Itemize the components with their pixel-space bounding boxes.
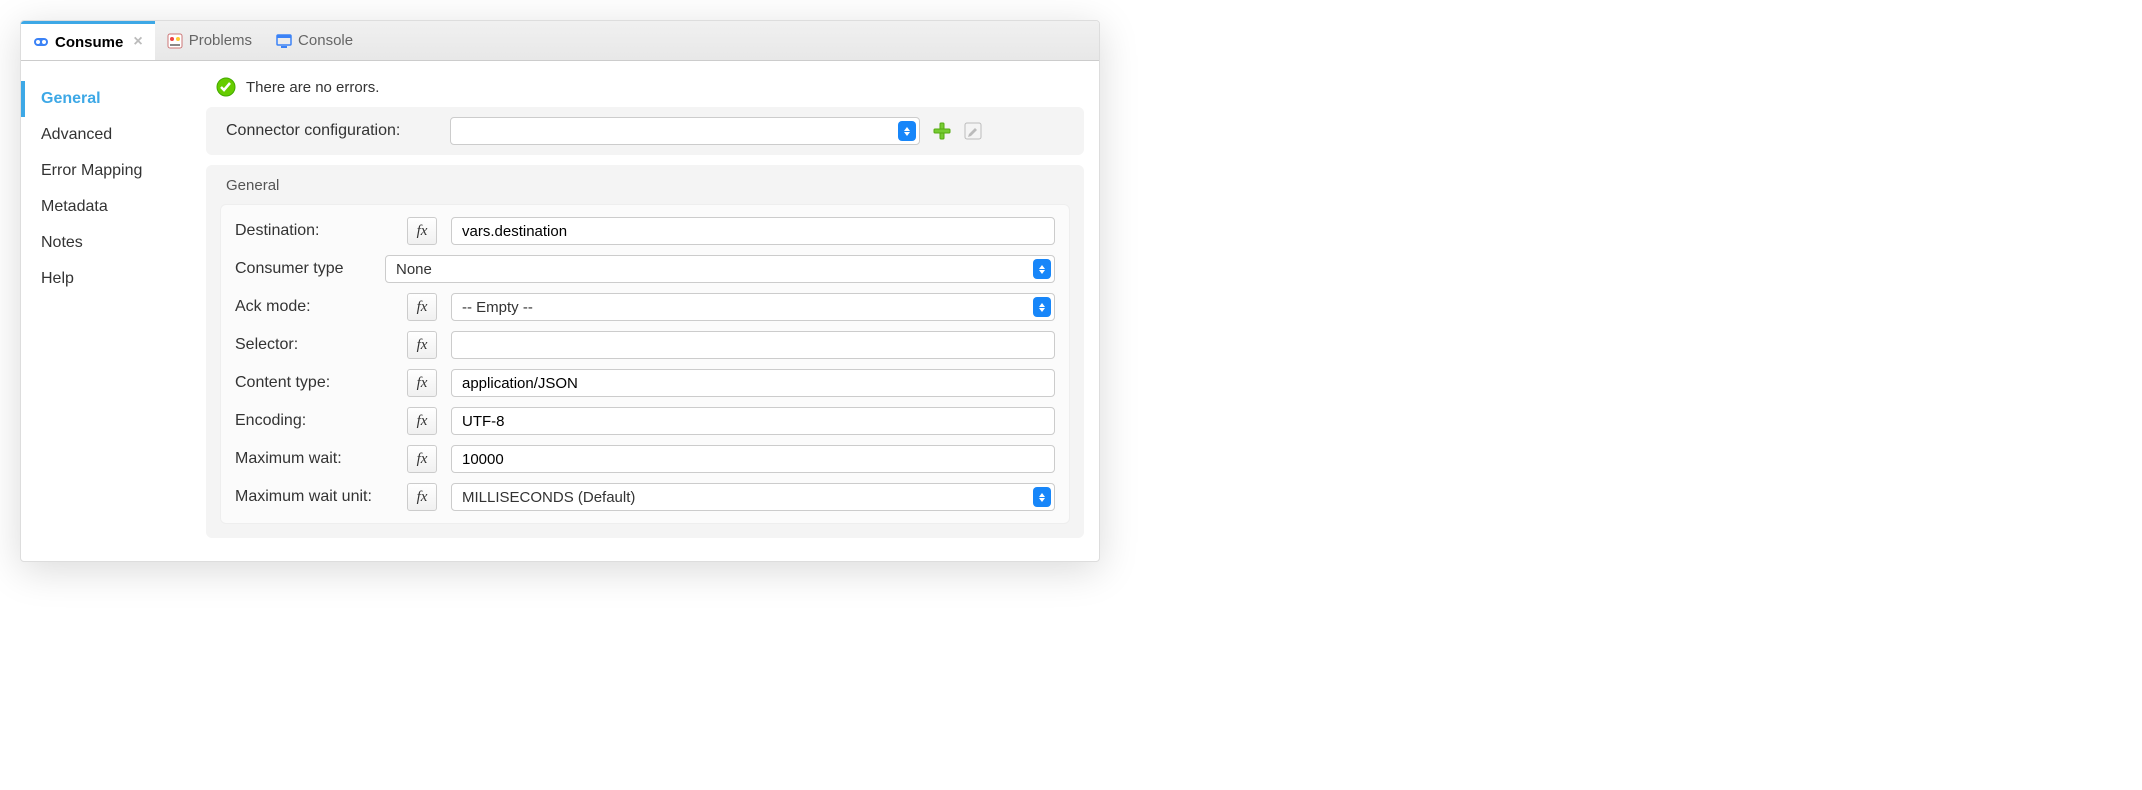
connector-config-row: Connector configuration: [206,107,1084,155]
content-type-label: Content type: [235,374,393,392]
sidebar-item-notes[interactable]: Notes [21,225,201,261]
row-maximum-wait-unit: Maximum wait unit: fx MILLISECONDS (Defa… [235,483,1055,511]
selector-label: Selector: [235,336,393,354]
row-maximum-wait: Maximum wait: fx [235,445,1055,473]
row-consumer-type: Consumer type None [235,255,1055,283]
chevron-updown-icon [1033,487,1051,507]
fx-button[interactable]: fx [407,369,437,397]
ack-mode-label: Ack mode: [235,298,393,316]
fx-button[interactable]: fx [407,331,437,359]
body: General Advanced Error Mapping Metadata … [21,61,1099,561]
edit-icon[interactable] [964,122,982,140]
selector-input[interactable] [451,331,1055,359]
consume-icon [33,34,49,50]
chevron-updown-icon [898,121,916,141]
chevron-updown-icon [1033,259,1051,279]
sidebar-item-general[interactable]: General [21,81,201,117]
tab-problems[interactable]: Problems [155,21,264,60]
fx-button[interactable]: fx [407,445,437,473]
general-section: General Destination: fx Consumer type No… [206,165,1084,538]
tab-consume[interactable]: Consume × [21,21,155,60]
connector-config-label: Connector configuration: [226,122,438,140]
encoding-input[interactable] [451,407,1055,435]
tab-label: Problems [189,32,252,49]
console-icon [276,33,292,49]
sidebar: General Advanced Error Mapping Metadata … [21,61,201,561]
maximum-wait-unit-label: Maximum wait unit: [235,488,393,506]
check-icon [216,77,236,97]
row-encoding: Encoding: fx [235,407,1055,435]
row-selector: Selector: fx [235,331,1055,359]
sidebar-item-error-mapping[interactable]: Error Mapping [21,153,201,189]
fx-button[interactable]: fx [407,407,437,435]
encoding-label: Encoding: [235,412,393,430]
row-destination: Destination: fx [235,217,1055,245]
tab-console[interactable]: Console [264,21,365,60]
editor-window: Consume × Problems Console General Advan… [20,20,1100,562]
destination-input[interactable] [451,217,1055,245]
problems-icon [167,33,183,49]
tab-label: Consume [55,34,123,51]
status-message: There are no errors. [246,79,379,96]
add-icon[interactable] [932,121,952,141]
tab-bar: Consume × Problems Console [21,21,1099,61]
connector-config-select[interactable] [450,117,920,145]
close-icon[interactable]: × [133,33,142,51]
section-title: General [220,173,1070,204]
ack-mode-value: -- Empty -- [462,299,533,316]
consumer-type-value: None [396,261,432,278]
maximum-wait-label: Maximum wait: [235,450,393,468]
tab-label: Console [298,32,353,49]
ack-mode-select[interactable]: -- Empty -- [451,293,1055,321]
sidebar-item-advanced[interactable]: Advanced [21,117,201,153]
fx-button[interactable]: fx [407,217,437,245]
section-body: Destination: fx Consumer type None Ack m… [220,204,1070,524]
sidebar-item-help[interactable]: Help [21,261,201,297]
maximum-wait-input[interactable] [451,445,1055,473]
destination-label: Destination: [235,222,393,240]
maximum-wait-unit-value: MILLISECONDS (Default) [462,489,635,506]
fx-button[interactable]: fx [407,293,437,321]
sidebar-item-metadata[interactable]: Metadata [21,189,201,225]
chevron-updown-icon [1033,297,1051,317]
content-type-input[interactable] [451,369,1055,397]
row-content-type: Content type: fx [235,369,1055,397]
status-bar: There are no errors. [206,71,1084,107]
maximum-wait-unit-select[interactable]: MILLISECONDS (Default) [451,483,1055,511]
consumer-type-label: Consumer type [235,260,371,278]
row-ack-mode: Ack mode: fx -- Empty -- [235,293,1055,321]
fx-button[interactable]: fx [407,483,437,511]
consumer-type-select[interactable]: None [385,255,1055,283]
content-panel: There are no errors. Connector configura… [201,61,1099,561]
